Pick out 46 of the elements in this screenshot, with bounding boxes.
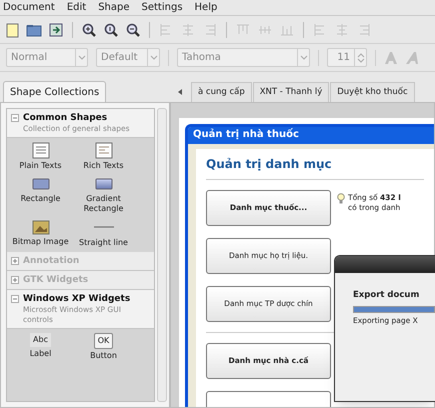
document-tab[interactable]: XNT - Thanh lý (252, 82, 330, 102)
menu-item[interactable]: Shape (98, 0, 130, 15)
collection-title: Common Shapes (23, 112, 108, 124)
shape-label[interactable]: Gradient Rectangle (72, 194, 135, 214)
dropdown-arrow-icon (75, 49, 87, 66)
zoom-icon[interactable] (103, 22, 119, 38)
shape-label[interactable]: Bitmap Image (12, 237, 69, 247)
collapse-icon[interactable] (11, 295, 19, 303)
scrollbar[interactable] (157, 108, 167, 402)
shape-label[interactable]: Rich Texts (83, 161, 124, 171)
shape-label[interactable]: Plain Texts (19, 161, 62, 171)
panel-tab[interactable]: Shape Collections (3, 81, 106, 102)
menu-item[interactable]: Settings (142, 0, 183, 15)
shape-label[interactable]: Straight line (79, 238, 128, 248)
button-sample: OK (94, 333, 114, 349)
collection-title: GTK Widgets (23, 274, 88, 286)
shape-label[interactable]: Label (30, 349, 52, 359)
menu-item[interactable]: Help (194, 0, 218, 15)
dropdown-arrow-icon (147, 49, 159, 66)
label-sample: Abc (30, 333, 51, 347)
document-tab[interactable]: Duyệt kho thuốc (330, 82, 415, 102)
dialog-heading: Export docum (353, 289, 420, 302)
menu-item[interactable]: Edit (66, 0, 86, 15)
collection-title: Windows XP Widgets (23, 293, 132, 305)
expand-icon[interactable] (11, 276, 19, 284)
shape-label[interactable]: Button (90, 351, 117, 361)
image-icon (30, 218, 50, 235)
plain-text-icon (30, 142, 50, 159)
zoom-out-icon[interactable] (125, 22, 141, 38)
document-tab[interactable]: à cung cấp (191, 82, 252, 102)
section-heading: Quản trị danh mục (206, 155, 424, 180)
window-title-bar: Quản trị nhà thuốc (188, 127, 434, 144)
zoom-in-icon[interactable] (81, 22, 97, 38)
light-bulb-icon (337, 193, 345, 205)
collapse-icon[interactable] (11, 114, 19, 122)
line-icon (94, 226, 114, 228)
spin-arrows-icon (354, 49, 366, 66)
new-document-icon[interactable] (4, 22, 20, 38)
shape-label[interactable]: Rectangle (20, 194, 60, 204)
export-icon[interactable] (48, 22, 64, 38)
expand-icon[interactable] (11, 257, 19, 265)
dropdown-arrow-icon (297, 49, 309, 66)
rich-text-icon (94, 142, 114, 159)
menu-item[interactable]: Document (3, 0, 55, 15)
scroll-left-icon[interactable] (176, 88, 184, 96)
collection-title: Annotation (23, 255, 80, 267)
